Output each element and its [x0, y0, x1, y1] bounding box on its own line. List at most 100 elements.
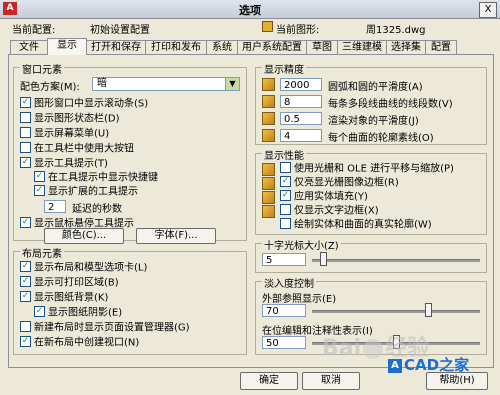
- large-buttons-checkbox[interactable]: 在工具栏中使用大按钮: [20, 142, 134, 155]
- ok-button[interactable]: 确定: [240, 372, 298, 390]
- check-icon: ✓: [34, 171, 45, 182]
- raster-frame-icon: [262, 177, 275, 190]
- crosshair-size-slider[interactable]: [320, 252, 328, 266]
- tab-drafting[interactable]: 草图: [306, 40, 338, 54]
- tab-plot-publish[interactable]: 打印和发布: [145, 40, 207, 54]
- checkbox-empty-icon: [280, 162, 291, 173]
- status-bar-checkbox[interactable]: 显示图形状态栏(D): [20, 112, 120, 125]
- scrollbars-checkbox[interactable]: ✓ 图形窗口中显示滚动条(S): [20, 97, 148, 110]
- window-elements-title: 窗口元素: [20, 61, 64, 76]
- check-icon: ✓: [20, 276, 31, 287]
- inplace-edit-input[interactable]: 50: [262, 336, 306, 349]
- cad-logo-icon: A: [388, 358, 402, 373]
- checkbox-empty-icon: [280, 218, 291, 229]
- check-icon: ✓: [20, 291, 31, 302]
- arc-smoothness-label: 圆弧和圆的平滑度(A): [328, 82, 423, 93]
- raster-ole-checkbox[interactable]: 使用光栅和 OLE 进行平移与缩放(P): [280, 162, 454, 175]
- raster-ole-icon: [262, 163, 275, 176]
- contour-lines-label: 每个曲面的轮廓素线(O): [328, 133, 434, 144]
- tab-user-preferences[interactable]: 用户系统配置: [237, 40, 307, 54]
- tab-selection[interactable]: 选择集: [386, 40, 426, 54]
- current-drawing-value: 周1325.dwg: [366, 25, 426, 36]
- printable-area-checkbox[interactable]: ✓ 显示可打印区域(B): [20, 276, 119, 289]
- xref-display-slider[interactable]: [424, 303, 432, 317]
- paper-background-label: 显示图纸背景(K): [34, 292, 109, 304]
- page-setup-manager-label: 新建布局时显示页面设置管理器(G): [34, 322, 190, 334]
- current-drawing-label: 当前图形:: [276, 25, 320, 36]
- true-silhouettes-checkbox[interactable]: 绘制实体和曲面的真实轮廓(W): [280, 218, 432, 231]
- check-icon: ✓: [20, 261, 31, 272]
- shortcut-keys-checkbox[interactable]: ✓ 在工具提示中显示快捷键: [34, 171, 158, 184]
- check-icon: ✓: [20, 97, 31, 108]
- solid-fill-icon: [262, 191, 275, 204]
- tooltips-checkbox[interactable]: ✓ 显示工具提示(T): [20, 157, 108, 170]
- paper-shadow-label: 显示图纸阴影(E): [48, 307, 123, 319]
- close-button[interactable]: X: [479, 2, 497, 18]
- rendered-smoothness-input[interactable]: 0.5: [280, 112, 322, 125]
- color-scheme-select[interactable]: 暗 ▼: [92, 77, 240, 91]
- display-tab-panel: 窗口元素 配色方案(M): 暗 ▼ ✓ 图形窗口中显示滚动条(S) 显示图形状态栏…: [8, 54, 494, 368]
- layout-elements-group: 布局元素 ✓ 显示布局和模型选项卡(L) ✓ 显示可打印区域(B) ✓ 显示图纸背景(…: [13, 245, 247, 355]
- printable-area-label: 显示可打印区域(B): [34, 277, 119, 289]
- rendered-smoothness-icon: [262, 112, 275, 125]
- fade-control-title: 淡入度控制: [262, 275, 316, 290]
- paw-icon: [363, 339, 384, 359]
- solid-fill-label: 应用实体填充(Y): [294, 191, 368, 203]
- paper-background-checkbox[interactable]: ✓ 显示图纸背景(K): [20, 291, 109, 304]
- raster-frame-checkbox[interactable]: ✓ 仅亮显光栅图像边框(R): [280, 176, 399, 189]
- xref-display-label: 外部参照显示(E): [262, 294, 337, 305]
- tab-system[interactable]: 系统: [206, 40, 238, 54]
- check-icon: ✓: [20, 336, 31, 347]
- color-scheme-value: 暗: [97, 78, 107, 89]
- arc-smoothness-input[interactable]: 2000: [280, 78, 322, 91]
- current-profile-value: 初始设置配置: [90, 25, 150, 36]
- polyline-segments-input[interactable]: 8: [280, 95, 322, 108]
- screen-menu-checkbox[interactable]: 显示屏幕菜单(U): [20, 127, 109, 140]
- checkbox-empty-icon: [20, 127, 31, 138]
- rendered-smoothness-label: 渲染对象的平滑度(J): [328, 116, 419, 127]
- contour-lines-icon: [262, 129, 275, 142]
- title-bar: A 选项 X: [0, 0, 500, 19]
- colors-button[interactable]: 颜色(C)...: [44, 228, 124, 244]
- checkbox-empty-icon: [20, 112, 31, 123]
- tab-profiles[interactable]: 配置: [425, 40, 457, 54]
- page-setup-manager-checkbox[interactable]: 新建布局时显示页面设置管理器(G): [20, 321, 190, 334]
- crosshair-size-input[interactable]: 5: [262, 253, 306, 266]
- tooltips-label: 显示工具提示(T): [34, 158, 108, 170]
- paper-shadow-checkbox[interactable]: ✓ 显示图纸阴影(E): [34, 306, 123, 319]
- crosshair-size-group: 十字光标大小(Z) 5: [255, 237, 487, 273]
- current-drawing-icon: [262, 21, 273, 35]
- text-frame-icon: [262, 205, 275, 218]
- fonts-button[interactable]: 字体(F)...: [136, 228, 216, 244]
- checkbox-empty-icon: [280, 204, 291, 215]
- shortcut-keys-label: 在工具提示中显示快捷键: [48, 172, 158, 184]
- extended-tooltips-checkbox[interactable]: ✓ 显示扩展的工具提示: [34, 185, 138, 198]
- checkbox-empty-icon: [20, 142, 31, 153]
- polyline-segments-label: 每条多段线曲线的线段数(V): [328, 99, 453, 110]
- true-silhouettes-label: 绘制实体和曲面的真实轮廓(W): [294, 219, 432, 231]
- text-frame-checkbox[interactable]: 仅显示文字边框(X): [280, 204, 379, 217]
- window-elements-group: 窗口元素 配色方案(M): 暗 ▼ ✓ 图形窗口中显示滚动条(S) 显示图形状态栏…: [13, 61, 247, 244]
- layout-tabs-label: 显示布局和模型选项卡(L): [34, 262, 148, 274]
- polyline-segments-icon: [262, 95, 275, 108]
- chevron-down-icon[interactable]: ▼: [225, 78, 239, 90]
- create-viewport-checkbox[interactable]: ✓ 在新布局中创建视口(N): [20, 336, 139, 349]
- delay-seconds-label: 延迟的秒数: [72, 204, 122, 215]
- tab-3d-modeling[interactable]: 三维建模: [337, 40, 387, 54]
- options-dialog: A 选项 X 当前配置: 初始设置配置 当前图形: 周1325.dwg 文件 显…: [0, 0, 500, 395]
- check-icon: ✓: [280, 190, 291, 201]
- tab-open-save[interactable]: 打开和保存: [86, 40, 146, 54]
- text-frame-label: 仅显示文字边框(X): [294, 205, 379, 217]
- tab-files[interactable]: 文件: [10, 40, 48, 54]
- cancel-button[interactable]: 取消: [302, 372, 360, 390]
- delay-seconds-input[interactable]: 2: [44, 200, 66, 213]
- large-buttons-label: 在工具栏中使用大按钮: [34, 143, 134, 155]
- checkbox-empty-icon: [20, 321, 31, 332]
- tab-display[interactable]: 显示: [47, 38, 87, 55]
- display-resolution-title: 显示精度: [262, 61, 306, 76]
- layout-tabs-checkbox[interactable]: ✓ 显示布局和模型选项卡(L): [20, 261, 148, 274]
- xref-display-input[interactable]: 70: [262, 304, 306, 317]
- contour-lines-input[interactable]: 4: [280, 129, 322, 142]
- display-resolution-group: 显示精度 2000 圆弧和圆的平滑度(A) 8 每条多段线曲线的线段数(V) 0…: [255, 61, 487, 145]
- solid-fill-checkbox[interactable]: ✓ 应用实体填充(Y): [280, 190, 368, 203]
